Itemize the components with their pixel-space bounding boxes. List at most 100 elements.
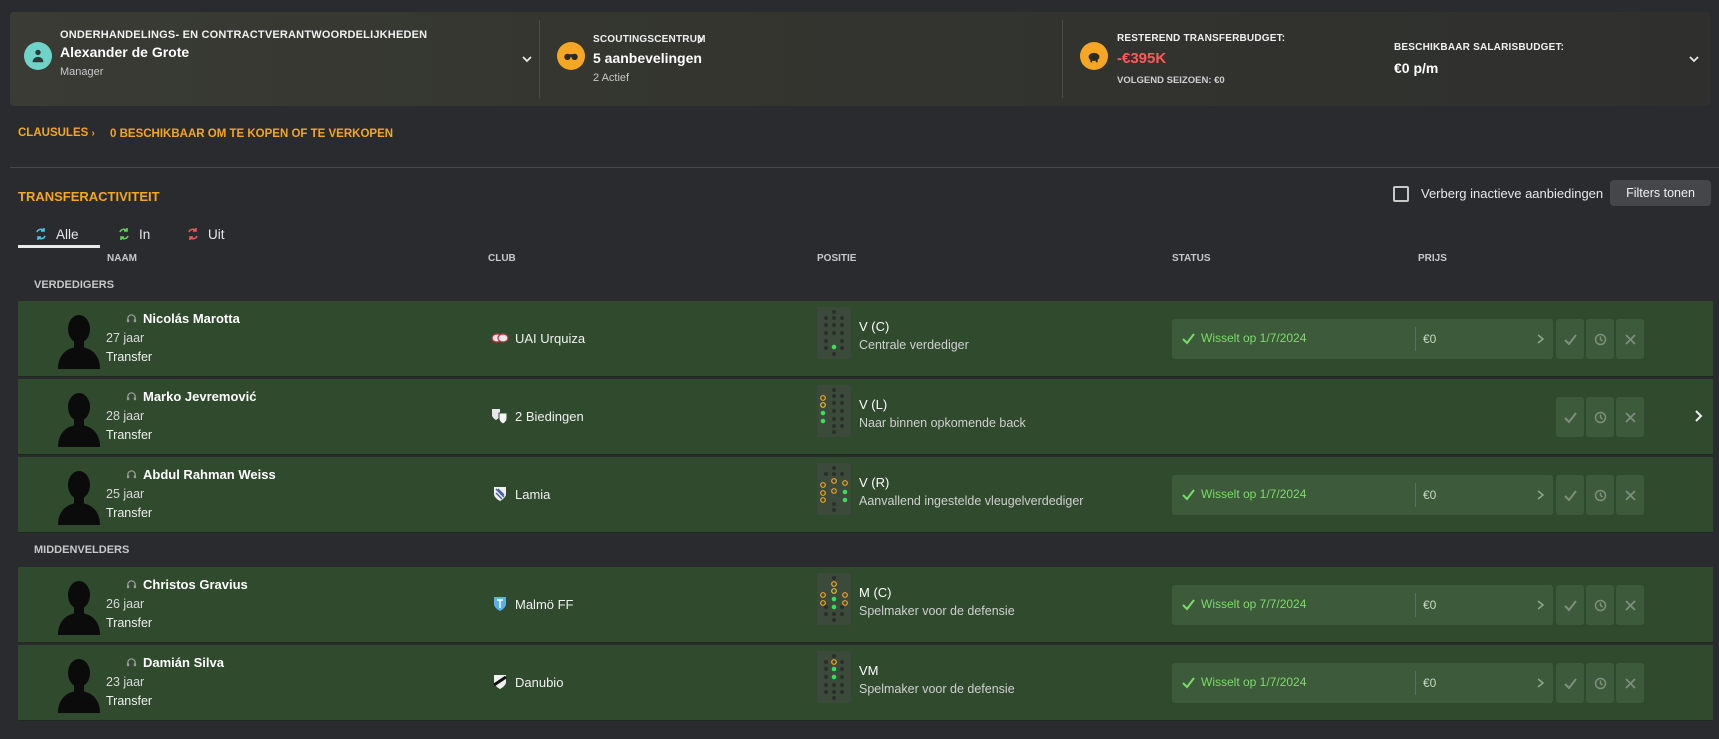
tab-in[interactable]: In <box>117 220 150 248</box>
hide-inactive-checkbox[interactable] <box>1393 186 1409 202</box>
player-name[interactable]: Christos Gravius <box>126 577 248 592</box>
manager-role: Manager <box>60 66 104 78</box>
binoculars-icon <box>557 42 585 70</box>
scouting-label[interactable]: SCOUTINGSCENTRUM <box>593 34 706 45</box>
player-name[interactable]: Damián Silva <box>126 655 224 670</box>
column-header-name[interactable]: NAAM <box>107 253 137 264</box>
check-icon <box>1182 676 1195 689</box>
club-cell[interactable]: Danubio <box>491 673 563 691</box>
chevron-right-icon[interactable] <box>1537 678 1545 688</box>
position-pitch-icon <box>817 651 851 703</box>
player-name[interactable]: Nicolás Marotta <box>126 311 240 326</box>
player-silhouette-icon <box>58 471 100 525</box>
headset-icon <box>126 392 137 401</box>
position-code: V (C) <box>859 319 890 334</box>
manager-section[interactable]: ONDERHANDELINGS- EN CONTRACTVERANTWOORDE… <box>10 12 541 106</box>
status-price-box[interactable]: Wisselt op 1/7/2024 €0 <box>1172 663 1553 703</box>
accept-button[interactable] <box>1556 585 1584 625</box>
tab-all[interactable]: Alle <box>34 220 79 248</box>
player-silhouette-icon <box>58 581 100 635</box>
club-cell[interactable]: Lamia <box>491 485 550 503</box>
chevron-right-icon[interactable] <box>1537 600 1545 610</box>
table-row[interactable]: Christos Gravius 26 jaar Transfer Malmö … <box>18 567 1713 643</box>
price: €0 <box>1423 332 1437 346</box>
club-cell[interactable]: 2 Biedingen <box>491 407 584 425</box>
table-row[interactable]: Marko Jevremović 28 jaar Transfer 2 Bied… <box>18 379 1713 455</box>
accept-button[interactable] <box>1556 397 1584 437</box>
club-cell[interactable]: Malmö FF <box>491 595 574 613</box>
section-title: TRANSFERACTIVITEIT <box>18 189 160 204</box>
transfer-arrows-icon <box>36 228 46 240</box>
column-header-price[interactable]: PRIJS <box>1418 253 1447 264</box>
chevron-right-icon[interactable] <box>1537 334 1545 344</box>
accept-button[interactable] <box>1556 475 1584 515</box>
table-row[interactable]: Abdul Rahman Weiss 25 jaar Transfer Lami… <box>18 457 1713 533</box>
delay-button[interactable] <box>1586 475 1614 515</box>
column-header-club[interactable]: CLUB <box>488 253 516 264</box>
club-cell[interactable]: UAI Urquiza <box>491 329 585 347</box>
divider <box>1415 327 1416 351</box>
player-role: Naar binnen opkomende back <box>859 416 1026 430</box>
check-icon <box>1182 488 1195 501</box>
status-price-box[interactable]: Wisselt op 7/7/2024 €0 <box>1172 585 1553 625</box>
delay-button[interactable] <box>1586 319 1614 359</box>
divider <box>10 167 1719 168</box>
headset-icon <box>126 580 137 589</box>
close-icon <box>1624 333 1636 345</box>
reject-button[interactable] <box>1616 585 1644 625</box>
status-price-box[interactable]: Wisselt op 1/7/2024 €0 <box>1172 475 1553 515</box>
position-pitch-icon <box>817 385 851 437</box>
status-price-box[interactable]: Wisselt op 1/7/2024 €0 <box>1172 319 1553 359</box>
check-icon <box>1563 411 1577 424</box>
tab-out[interactable]: Uit <box>186 220 225 248</box>
reject-button[interactable] <box>1616 663 1644 703</box>
position-code: M (C) <box>859 585 892 600</box>
position-pitch-icon <box>817 307 851 359</box>
reject-button[interactable] <box>1616 319 1644 359</box>
tab-label: In <box>139 226 151 242</box>
player-age: 26 jaar <box>106 597 145 611</box>
piggy-bank-icon <box>1080 42 1108 70</box>
delay-button[interactable] <box>1586 663 1614 703</box>
price: €0 <box>1423 676 1437 690</box>
status-text: Wisselt op 1/7/2024 <box>1182 675 1306 689</box>
show-filters-button[interactable]: Filters tonen <box>1610 180 1711 206</box>
transfer-type: Transfer <box>106 350 153 364</box>
hide-inactive-label[interactable]: Verberg inactieve aanbiedingen <box>1421 186 1603 201</box>
budget-section[interactable]: RESTEREND TRANSFERBUDGET: -€395K VOLGEND… <box>1064 12 1710 106</box>
multiple-bids-icon <box>492 409 508 425</box>
transfer-type: Transfer <box>106 428 153 442</box>
chevron-down-icon[interactable] <box>1689 54 1699 64</box>
clauses-link[interactable]: CLAUSULES › <box>18 127 95 139</box>
accept-button[interactable] <box>1556 319 1584 359</box>
check-icon <box>1563 677 1577 690</box>
player-name[interactable]: Abdul Rahman Weiss <box>126 467 276 482</box>
delay-button[interactable] <box>1586 585 1614 625</box>
headset-icon <box>126 314 137 323</box>
player-name[interactable]: Marko Jevremović <box>126 389 256 404</box>
chevron-down-icon[interactable] <box>522 54 532 64</box>
reject-button[interactable] <box>1616 475 1644 515</box>
player-silhouette-icon <box>58 659 100 713</box>
position-code: V (L) <box>859 397 888 412</box>
player-age: 27 jaar <box>106 331 145 345</box>
column-header-status[interactable]: STATUS <box>1172 253 1211 264</box>
divider <box>1062 20 1063 98</box>
check-icon <box>1563 333 1577 346</box>
delay-button[interactable] <box>1586 397 1614 437</box>
accept-button[interactable] <box>1556 663 1584 703</box>
active-tab-indicator <box>18 245 100 248</box>
column-header-position[interactable]: POSITIE <box>817 253 856 264</box>
chevron-right-icon[interactable] <box>697 35 704 44</box>
clock-icon <box>1594 489 1606 501</box>
table-row[interactable]: Nicolás Marotta 27 jaar Transfer UAI Urq… <box>18 301 1713 377</box>
chevron-right-icon[interactable] <box>1537 490 1545 500</box>
reject-button[interactable] <box>1616 397 1644 437</box>
clock-icon <box>1594 411 1606 423</box>
tab-label: Uit <box>208 226 225 242</box>
table-row[interactable]: Damián Silva 23 jaar Transfer Danubio VM… <box>18 645 1713 721</box>
scouting-section[interactable]: SCOUTINGSCENTRUM 5 aanbevelingen 2 Actie… <box>541 12 1064 106</box>
chevron-right-icon[interactable] <box>1694 409 1704 423</box>
divider <box>1415 483 1416 507</box>
headset-icon <box>126 470 137 479</box>
